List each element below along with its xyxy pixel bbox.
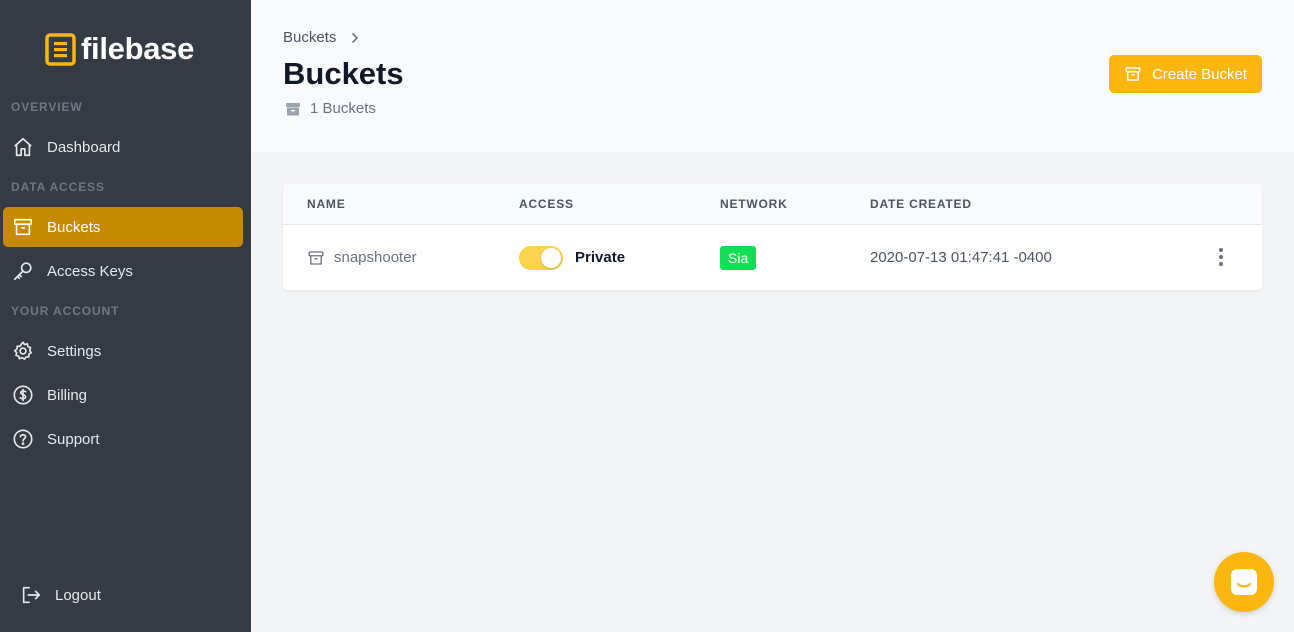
sidebar-item-label: Settings (47, 342, 102, 360)
bucket-network-cell: Sia (720, 225, 757, 290)
kebab-dot (1219, 262, 1223, 266)
home-icon (12, 136, 34, 158)
logout-button[interactable]: Logout (20, 584, 101, 606)
logout-label: Logout (55, 586, 101, 604)
logo[interactable]: filebase (45, 31, 194, 67)
section-label-your-account: YOUR ACCOUNT (11, 304, 120, 318)
date-created: 2020-07-13 01:47:41 -0400 (870, 249, 1052, 266)
kebab-dot (1219, 248, 1223, 252)
bucket-date-cell: 2020-07-13 01:47:41 -0400 (870, 225, 1052, 290)
section-label-data-access: DATA ACCESS (11, 180, 105, 194)
sidebar-item-dashboard[interactable]: Dashboard (3, 127, 243, 167)
sidebar-item-settings[interactable]: Settings (3, 331, 243, 371)
column-header-date-created[interactable]: DATE CREATED (870, 197, 972, 211)
column-header-network[interactable]: NETWORK (720, 197, 788, 211)
bucket-name-cell[interactable]: snapshooter (307, 225, 417, 290)
bucket-name[interactable]: snapshooter (334, 249, 417, 266)
sidebar-item-buckets[interactable]: Buckets (3, 207, 243, 247)
table-header: NAME ACCESS NETWORK DATE CREATED (283, 184, 1262, 225)
bucket-count-label: 1 Buckets (310, 100, 376, 117)
sidebar-item-label: Buckets (47, 218, 101, 236)
sidebar-item-label: Dashboard (47, 138, 121, 156)
create-bucket-button[interactable]: Create Bucket (1109, 55, 1262, 93)
sidebar-item-access-keys[interactable]: Access Keys (3, 251, 243, 291)
buckets-table: NAME ACCESS NETWORK DATE CREATED snapsho… (283, 184, 1262, 290)
section-label-overview: OVERVIEW (11, 100, 83, 114)
breadcrumb-item-buckets[interactable]: Buckets (283, 29, 336, 46)
archive-icon (12, 216, 34, 238)
column-header-name[interactable]: NAME (307, 197, 346, 211)
brand-name: filebase (81, 31, 195, 66)
page-header: Buckets Buckets 1 Buckets Create Bucket (251, 0, 1294, 152)
bucket-count: 1 Buckets (285, 100, 376, 117)
sidebar-item-billing[interactable]: Billing (3, 375, 243, 415)
key-icon (12, 260, 34, 282)
chevron-right-icon (350, 32, 360, 44)
sidebar-item-label: Support (47, 430, 100, 448)
column-header-access[interactable]: ACCESS (519, 197, 574, 211)
logout-icon (20, 584, 42, 606)
sidebar-item-support[interactable]: Support (3, 419, 243, 459)
dollar-icon (12, 384, 34, 406)
page-title: Buckets (283, 56, 404, 91)
gear-icon (12, 340, 34, 362)
question-icon (12, 428, 34, 450)
archive-icon (285, 101, 301, 117)
access-label: Private (575, 249, 626, 266)
chat-launcher-button[interactable] (1214, 552, 1274, 612)
sidebar-item-label: Access Keys (47, 262, 133, 280)
breadcrumb: Buckets (283, 29, 360, 46)
table-row[interactable]: snapshooter Private Sia 2020-07-13 01:47… (283, 225, 1262, 290)
row-actions-kebab-icon[interactable] (1211, 245, 1231, 269)
archive-icon (307, 249, 325, 267)
archive-icon (1124, 65, 1142, 83)
access-toggle[interactable] (519, 245, 563, 270)
sidebar-item-label: Billing (47, 386, 88, 404)
sidebar: filebase OVERVIEW Dashboard DATA ACCESS … (0, 0, 251, 632)
bucket-access-cell: Private (519, 225, 625, 290)
network-badge: Sia (720, 245, 757, 270)
toggle-knob (541, 247, 561, 268)
create-bucket-label: Create Bucket (1151, 65, 1248, 83)
filebase-logo-icon (45, 32, 76, 66)
chat-icon (1231, 569, 1257, 595)
kebab-dot (1219, 255, 1223, 259)
